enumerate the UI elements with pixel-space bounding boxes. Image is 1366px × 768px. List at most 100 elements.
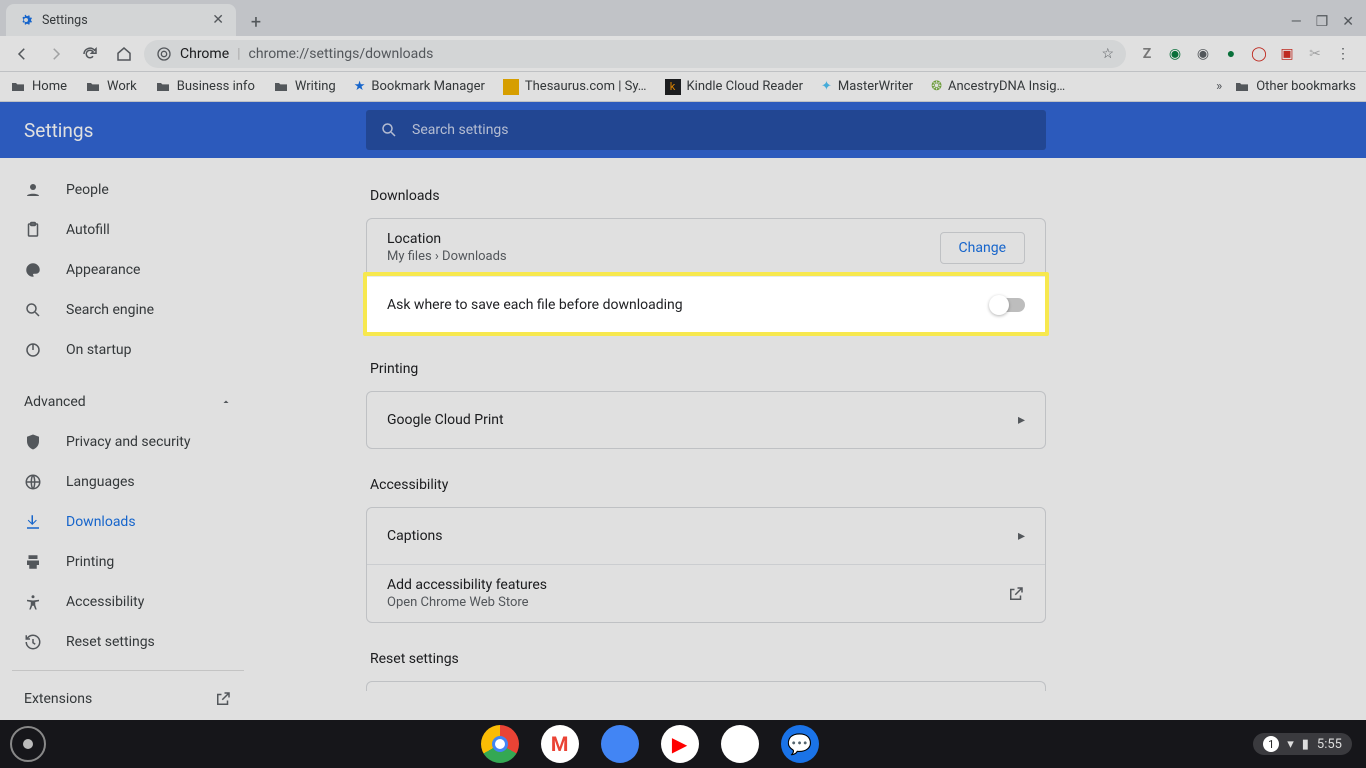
sidebar-item-accessibility[interactable]: Accessibility <box>0 582 256 622</box>
window-controls: — ❐ ✕ <box>1279 14 1366 36</box>
location-label: Location <box>387 231 507 247</box>
folder-icon <box>1234 79 1250 95</box>
other-bookmarks[interactable]: Other bookmarks <box>1234 79 1356 95</box>
favicon: ❂ <box>931 79 942 94</box>
settings-title: Settings <box>0 119 340 142</box>
launcher-button[interactable] <box>10 726 46 762</box>
search-icon <box>24 301 42 319</box>
folder-icon <box>273 79 289 95</box>
captions-row[interactable]: Captions ▸ <box>367 508 1045 564</box>
ext-icon[interactable]: Z <box>1138 45 1156 63</box>
palette-icon <box>24 261 42 279</box>
settings-gear-icon <box>18 12 34 28</box>
sidebar-divider <box>12 670 244 671</box>
settings-search-input[interactable]: Search settings <box>366 110 1046 150</box>
ext-icon[interactable]: ◉ <box>1194 45 1212 63</box>
bookmark-item[interactable]: Work <box>85 79 137 95</box>
sidebar-item-on-startup[interactable]: On startup <box>0 330 256 370</box>
ask-where-toggle[interactable] <box>991 298 1025 312</box>
cloud-print-row[interactable]: Google Cloud Print ▸ <box>367 392 1045 448</box>
play-store-icon[interactable]: ▶ <box>721 725 759 763</box>
forward-button[interactable] <box>42 40 70 68</box>
browser-tab[interactable]: Settings ✕ <box>6 4 236 36</box>
power-icon <box>24 341 42 359</box>
close-window-icon[interactable]: ✕ <box>1342 14 1354 30</box>
bookmark-star-icon[interactable]: ☆ <box>1101 46 1114 62</box>
chevron-right-icon: ▸ <box>1018 528 1025 544</box>
section-title-downloads: Downloads <box>370 188 1046 204</box>
download-location-row: Location My files › Downloads Change <box>367 219 1045 276</box>
notification-count: 1 <box>1263 736 1279 752</box>
accessibility-card: Captions ▸ Add accessibility features Op… <box>366 507 1046 623</box>
bookmark-item[interactable]: ✦MasterWriter <box>821 79 913 94</box>
sidebar-advanced-toggle[interactable]: Advanced <box>0 382 256 422</box>
search-placeholder: Search settings <box>412 122 509 138</box>
gmail-app-icon[interactable]: M <box>541 725 579 763</box>
sidebar-item-downloads[interactable]: Downloads <box>0 502 256 542</box>
section-title-printing: Printing <box>370 361 1046 377</box>
address-bar[interactable]: Chrome | chrome://settings/downloads ☆ <box>144 40 1126 68</box>
sidebar-item-privacy[interactable]: Privacy and security <box>0 422 256 462</box>
chevron-right-icon: ▸ <box>1018 412 1025 428</box>
bookmark-item[interactable]: ★Bookmark Manager <box>354 79 485 94</box>
sidebar-item-languages[interactable]: Languages <box>0 462 256 502</box>
extensions-area: Z ◉ ◉ ● ◯ ▣ ✂ ⋮ <box>1132 45 1358 63</box>
accessibility-icon <box>24 593 42 611</box>
bookmarks-bar: Home Work Business info Writing ★Bookmar… <box>0 72 1366 102</box>
bookmark-item[interactable]: ❂AncestryDNA Insig… <box>931 79 1065 94</box>
messages-app-icon[interactable]: 💬 <box>781 725 819 763</box>
add-accessibility-row[interactable]: Add accessibility features Open Chrome W… <box>367 564 1045 622</box>
new-tab-button[interactable]: + <box>242 8 270 36</box>
sidebar-item-autofill[interactable]: Autofill <box>0 210 256 250</box>
settings-main: People Autofill Appearance Search engine… <box>0 158 1366 720</box>
bookmark-item[interactable]: Business info <box>155 79 255 95</box>
change-location-button[interactable]: Change <box>940 232 1025 264</box>
sidebar-item-people[interactable]: People <box>0 170 256 210</box>
settings-header: Settings Search settings <box>0 102 1366 158</box>
docs-app-icon[interactable] <box>601 725 639 763</box>
back-button[interactable] <box>8 40 36 68</box>
omnibox-scheme: Chrome <box>180 46 229 62</box>
wifi-icon: ▾ <box>1287 737 1294 752</box>
ext-icon[interactable]: ◯ <box>1250 45 1268 63</box>
download-icon <box>24 513 42 531</box>
home-button[interactable] <box>110 40 138 68</box>
bookmark-overflow-icon[interactable]: » <box>1216 79 1222 94</box>
ask-where-to-save-row[interactable]: Ask where to save each file before downl… <box>367 276 1045 332</box>
chevron-up-icon <box>220 396 232 408</box>
bookmark-item[interactable]: Home <box>10 79 67 95</box>
sidebar-item-appearance[interactable]: Appearance <box>0 250 256 290</box>
close-tab-icon[interactable]: ✕ <box>212 12 224 28</box>
system-tray[interactable]: 1 ▾ ▮ 5:55 <box>1253 733 1352 755</box>
tab-title: Settings <box>42 13 88 28</box>
sidebar-item-extensions[interactable]: Extensions <box>0 679 256 719</box>
youtube-app-icon[interactable]: ▶ <box>661 725 699 763</box>
ext-icon[interactable]: ▣ <box>1278 45 1296 63</box>
sidebar-item-reset[interactable]: Reset settings <box>0 622 256 662</box>
print-icon <box>24 553 42 571</box>
ext-icon[interactable]: ✂ <box>1306 45 1324 63</box>
ext-icon[interactable]: ◉ <box>1166 45 1184 63</box>
shield-icon <box>24 433 42 451</box>
sidebar-item-printing[interactable]: Printing <box>0 542 256 582</box>
folder-icon <box>10 79 26 95</box>
downloads-card: Location My files › Downloads Change Ask… <box>366 218 1046 333</box>
tabstrip: Settings ✕ + — ❐ ✕ <box>0 0 1366 36</box>
section-title-reset: Reset settings <box>370 651 1046 667</box>
minimize-icon[interactable]: — <box>1291 14 1302 30</box>
ext-icon[interactable]: ● <box>1222 45 1240 63</box>
browser-menu-icon[interactable]: ⋮ <box>1334 45 1352 63</box>
sidebar-item-search-engine[interactable]: Search engine <box>0 290 256 330</box>
folder-icon <box>85 79 101 95</box>
chrome-app-icon[interactable] <box>481 725 519 763</box>
toggle-knob <box>989 295 1009 315</box>
bookmark-item[interactable]: kKindle Cloud Reader <box>665 79 803 95</box>
external-link-icon <box>1007 585 1025 603</box>
reload-button[interactable] <box>76 40 104 68</box>
settings-sidebar: People Autofill Appearance Search engine… <box>0 158 256 720</box>
maximize-icon[interactable]: ❐ <box>1316 14 1329 30</box>
clock: 5:55 <box>1317 737 1342 752</box>
bookmark-item[interactable]: Thesaurus.com | Sy… <box>503 79 647 95</box>
globe-icon <box>24 473 42 491</box>
bookmark-item[interactable]: Writing <box>273 79 336 95</box>
